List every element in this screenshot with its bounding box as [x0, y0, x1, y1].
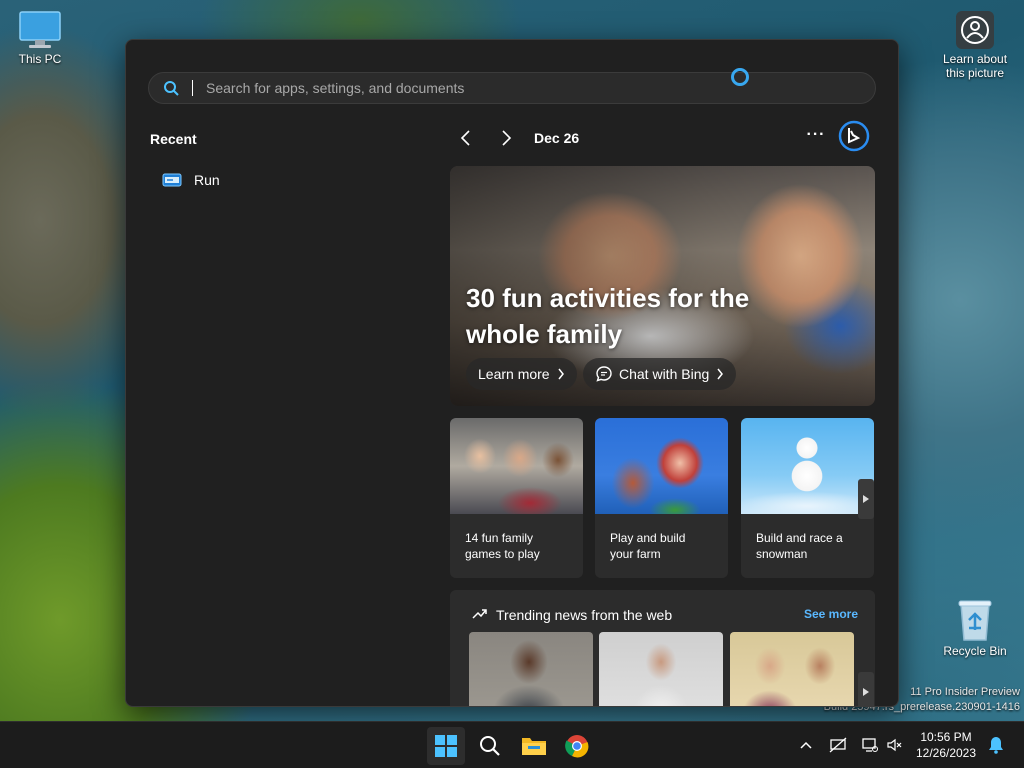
trending-news-section: Trending news from the web See more — [450, 590, 875, 706]
file-explorer-button[interactable] — [515, 727, 553, 765]
play-right-icon — [863, 495, 869, 503]
search-box[interactable] — [148, 72, 876, 104]
recent-item-label: Run — [194, 172, 220, 188]
run-icon — [162, 173, 182, 187]
network-disconnected-icon[interactable] — [828, 735, 848, 755]
hero-title: 30 fun activities for the whole family — [466, 283, 750, 349]
folder-icon — [522, 738, 546, 755]
copilot-ring-icon[interactable] — [731, 68, 749, 86]
feed-date: Dec 26 — [534, 130, 580, 146]
chevron-right-icon[interactable] — [496, 128, 516, 148]
chrome-button[interactable] — [558, 727, 596, 765]
search-input[interactable] — [192, 80, 875, 96]
notification-bell-icon[interactable] — [986, 735, 1006, 755]
news-thumbnail[interactable] — [469, 632, 593, 706]
monitor-icon — [19, 11, 61, 48]
desktop-icon-label: Recycle Bin — [943, 644, 1007, 658]
card-title-line1: Build and race a — [756, 531, 843, 545]
card-snowman-race[interactable]: Build and race a snowman — [741, 418, 874, 578]
bing-logo-icon[interactable] — [838, 120, 870, 152]
recent-heading: Recent — [150, 131, 197, 147]
card-thumbnail — [595, 418, 728, 514]
learn-more-button[interactable]: Learn more — [466, 358, 577, 390]
chat-with-bing-button[interactable]: Chat with Bing — [583, 358, 737, 390]
card-title-line1: 14 fun family — [465, 531, 534, 545]
clock-time: 10:56 PM — [920, 730, 972, 744]
volume-muted-icon[interactable] — [884, 735, 904, 755]
news-thumbnail[interactable] — [730, 632, 854, 706]
news-thumbnail[interactable] — [599, 632, 723, 706]
card-thumbnail — [741, 418, 874, 514]
taskbar-search-button[interactable] — [471, 727, 509, 765]
chevron-left-icon[interactable] — [456, 128, 476, 148]
search-panel: Recent Run Dec 26 ··· 30 fun activities … — [125, 39, 899, 707]
recycle-bin-icon — [958, 600, 992, 641]
search-icon — [164, 81, 179, 96]
cards-scroll-right-button[interactable] — [858, 479, 874, 519]
card-title-line2: your farm — [610, 547, 661, 561]
display-icon[interactable] — [860, 735, 880, 755]
taskbar: 10:56 PM 12/26/2023 — [0, 721, 1024, 768]
chevron-right-icon — [717, 368, 724, 380]
news-scroll-right-button[interactable] — [858, 672, 874, 706]
chrome-icon — [565, 735, 589, 758]
start-button[interactable] — [427, 727, 465, 765]
card-title-line2: games to play — [465, 547, 540, 561]
more-options-button[interactable]: ··· — [804, 126, 828, 146]
tray-overflow-chevron-icon[interactable] — [796, 735, 816, 755]
see-more-link[interactable]: See more — [804, 607, 858, 621]
card-title-line1: Play and build — [610, 531, 686, 545]
learn-more-label: Learn more — [478, 366, 550, 382]
build-watermark-line1: 11 Pro Insider Preview — [910, 686, 1020, 698]
desktop-icon-label: This PC — [18, 52, 62, 66]
desktop-icon-label-line1: Learn about — [942, 52, 1008, 66]
trending-up-icon — [472, 609, 487, 619]
chat-bubble-icon — [596, 366, 612, 382]
desktop-icon-label-line2: this picture — [945, 66, 1005, 80]
play-right-icon — [863, 688, 869, 696]
desktop-icon-recycle-bin[interactable]: Recycle Bin — [935, 598, 1015, 658]
chevron-right-icon — [558, 368, 564, 380]
windows-logo-icon — [435, 735, 457, 757]
trending-title: Trending news from the web — [496, 607, 673, 623]
card-thumbnail — [450, 418, 583, 514]
desktop-icon-this-pc[interactable]: This PC — [0, 10, 80, 66]
card-build-farm[interactable]: Play and build your farm — [595, 418, 728, 578]
desktop-icon-learn-about-picture[interactable]: Learn about this picture — [935, 10, 1015, 80]
clock-date: 12/26/2023 — [915, 746, 977, 760]
chat-with-bing-label: Chat with Bing — [619, 366, 710, 382]
card-title-line2: snowman — [756, 547, 808, 561]
camera-info-icon — [956, 11, 994, 49]
search-icon — [480, 736, 500, 756]
system-clock[interactable]: 10:56 PM 12/26/2023 — [910, 729, 982, 761]
recent-item-run[interactable]: Run — [162, 172, 220, 188]
hero-card[interactable]: 30 fun activities for the whole family L… — [450, 166, 875, 406]
card-family-games[interactable]: 14 fun family games to play — [450, 418, 583, 578]
